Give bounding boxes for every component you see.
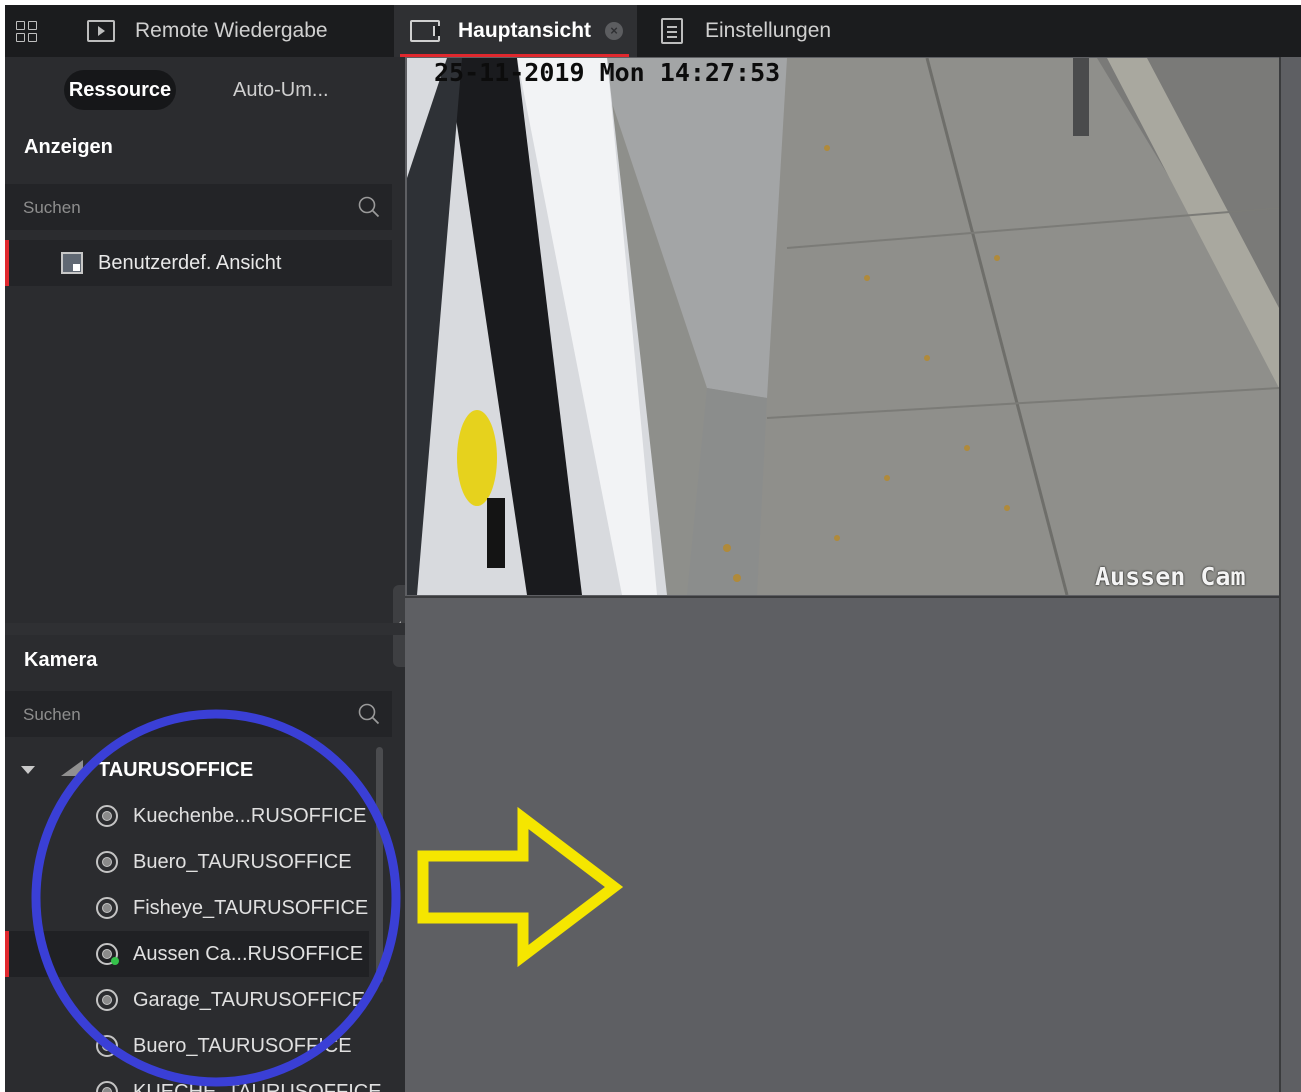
group-label: TAURUSOFFICE	[98, 759, 254, 781]
tree-scrollbar[interactable]	[376, 747, 383, 983]
top-bar: Remote Wiedergabe Hauptansicht × Einstel…	[5, 5, 1301, 57]
tree-group-taurusoffice[interactable]: TAURUSOFFICE	[5, 747, 392, 793]
camera-icon	[96, 1081, 118, 1092]
views-search	[5, 184, 392, 232]
view-item-custom[interactable]: Benutzerdef. Ansicht	[5, 240, 392, 286]
section-divider	[5, 623, 405, 635]
camera-item[interactable]: KUECHE_TAURUSOFFICE	[5, 1069, 382, 1092]
camera-label: Buero_TAURUSOFFICE	[133, 851, 352, 873]
camera-search	[5, 691, 392, 739]
resource-sidebar: Ressource Auto-Um... Anzeigen Benutzerde…	[5, 57, 405, 1092]
camera-label: KUECHE_TAURUSOFFICE	[133, 1081, 382, 1092]
tab-remote-playback[interactable]: Remote Wiedergabe	[87, 5, 328, 57]
settings-icon	[661, 18, 683, 44]
tab-label: Einstellungen	[705, 19, 832, 42]
osd-camera-name: Aussen Cam	[1095, 562, 1246, 591]
camera-label: Buero_TAURUSOFFICE	[133, 1035, 352, 1057]
tab-settings[interactable]: Einstellungen	[661, 5, 831, 57]
expand-caret-icon[interactable]	[21, 766, 35, 774]
camera-search-input[interactable]	[21, 691, 345, 739]
camera-item[interactable]: Buero_TAURUSOFFICE	[5, 839, 369, 885]
tab-auto-switch[interactable]: Auto-Um...	[233, 70, 329, 110]
camera-icon	[96, 805, 118, 827]
camera-icon	[96, 989, 118, 1011]
views-section-title: Anzeigen	[24, 136, 113, 158]
module-grid-icon[interactable]	[16, 21, 38, 43]
selected-marker	[5, 240, 9, 286]
tab-label: Hauptansicht	[458, 19, 592, 42]
video-tile-aussen-cam[interactable]: 25-11-2019 Mon 14:27:53 Aussen Cam	[407, 58, 1279, 595]
camera-icon	[96, 851, 118, 873]
app-window: Remote Wiedergabe Hauptansicht × Einstel…	[5, 5, 1301, 1092]
camera-label: Kuechenbe...RUSOFFICE	[133, 805, 367, 827]
camera-label: Garage_TAURUSOFFICE	[133, 989, 365, 1011]
live-status-icon	[111, 957, 119, 965]
search-icon[interactable]	[358, 703, 380, 725]
camera-item[interactable]: Kuechenbe...RUSOFFICE	[5, 793, 369, 839]
tab-label: Remote Wiedergabe	[135, 19, 328, 42]
osd-timestamp: 25-11-2019 Mon 14:27:53	[434, 58, 781, 87]
camera-feed-image	[407, 58, 1279, 595]
selected-marker	[5, 931, 9, 977]
tab-main-view[interactable]: Hauptansicht ×	[394, 5, 637, 57]
camera-item[interactable]: Fisheye_TAURUSOFFICE	[5, 885, 369, 931]
live-view-area: 25-11-2019 Mon 14:27:53 Aussen Cam	[405, 57, 1301, 1092]
view-item-label: Benutzerdef. Ansicht	[98, 252, 282, 274]
camera-label: Aussen Ca...RUSOFFICE	[133, 943, 364, 965]
camera-view-icon	[410, 20, 440, 42]
tab-resource[interactable]: Ressource	[64, 70, 176, 110]
playback-icon	[87, 20, 115, 42]
camera-icon	[96, 897, 118, 919]
camera-item[interactable]: Buero_TAURUSOFFICE	[5, 1023, 369, 1069]
tile-divider	[405, 596, 1301, 598]
custom-view-icon	[61, 252, 83, 274]
video-tile-empty[interactable]	[1281, 57, 1301, 1092]
search-icon[interactable]	[358, 196, 380, 218]
camera-tree: TAURUSOFFICE Kuechenbe...RUSOFFICE Buero…	[5, 747, 392, 1092]
close-tab-icon[interactable]: ×	[605, 22, 624, 40]
views-search-input[interactable]	[21, 184, 345, 232]
camera-item-selected[interactable]: Aussen Ca...RUSOFFICE	[5, 931, 369, 977]
device-group-icon	[61, 760, 83, 776]
camera-item[interactable]: Garage_TAURUSOFFICE	[5, 977, 369, 1023]
camera-label: Fisheye_TAURUSOFFICE	[133, 897, 369, 919]
camera-section-title: Kamera	[24, 649, 98, 671]
camera-icon	[96, 1035, 118, 1057]
